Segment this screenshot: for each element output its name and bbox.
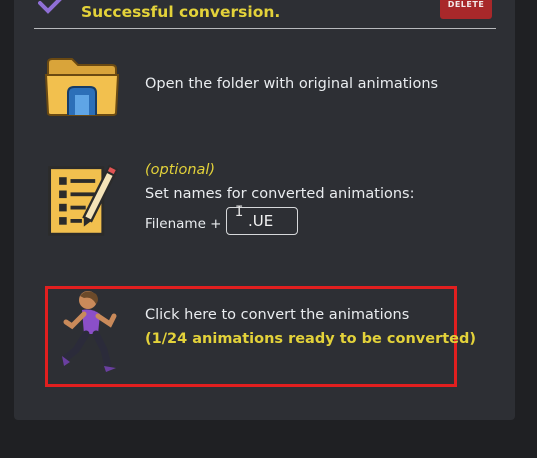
convert-label: Click here to convert the animations <box>145 307 410 323</box>
divider <box>34 28 496 29</box>
set-names-row: (optional) Set names for converted anima… <box>14 162 515 252</box>
folder-icon <box>44 58 120 116</box>
text-cursor-icon: I <box>235 204 244 220</box>
open-folder-label: Open the folder with original animations <box>145 76 439 92</box>
set-names-label: Set names for converted animations: <box>145 186 415 202</box>
optional-label: (optional) <box>145 162 216 178</box>
converter-panel: Successful conversion. DELETE Open the f… <box>14 0 515 420</box>
success-message: Successful conversion. <box>81 3 281 21</box>
convert-button[interactable]: Click here to convert the animations (1/… <box>45 286 476 387</box>
status-bar: Successful conversion. DELETE <box>14 0 515 30</box>
delete-button[interactable]: DELETE <box>440 0 492 19</box>
notepad-pencil-icon <box>48 164 118 236</box>
running-person-icon <box>62 291 117 372</box>
filename-label: Filename + <box>145 216 222 232</box>
open-folder-row[interactable]: Open the folder with original animations <box>14 52 515 132</box>
checkmark-icon <box>38 0 62 14</box>
ready-status: (1/24 animations ready to be converted) <box>145 331 477 347</box>
